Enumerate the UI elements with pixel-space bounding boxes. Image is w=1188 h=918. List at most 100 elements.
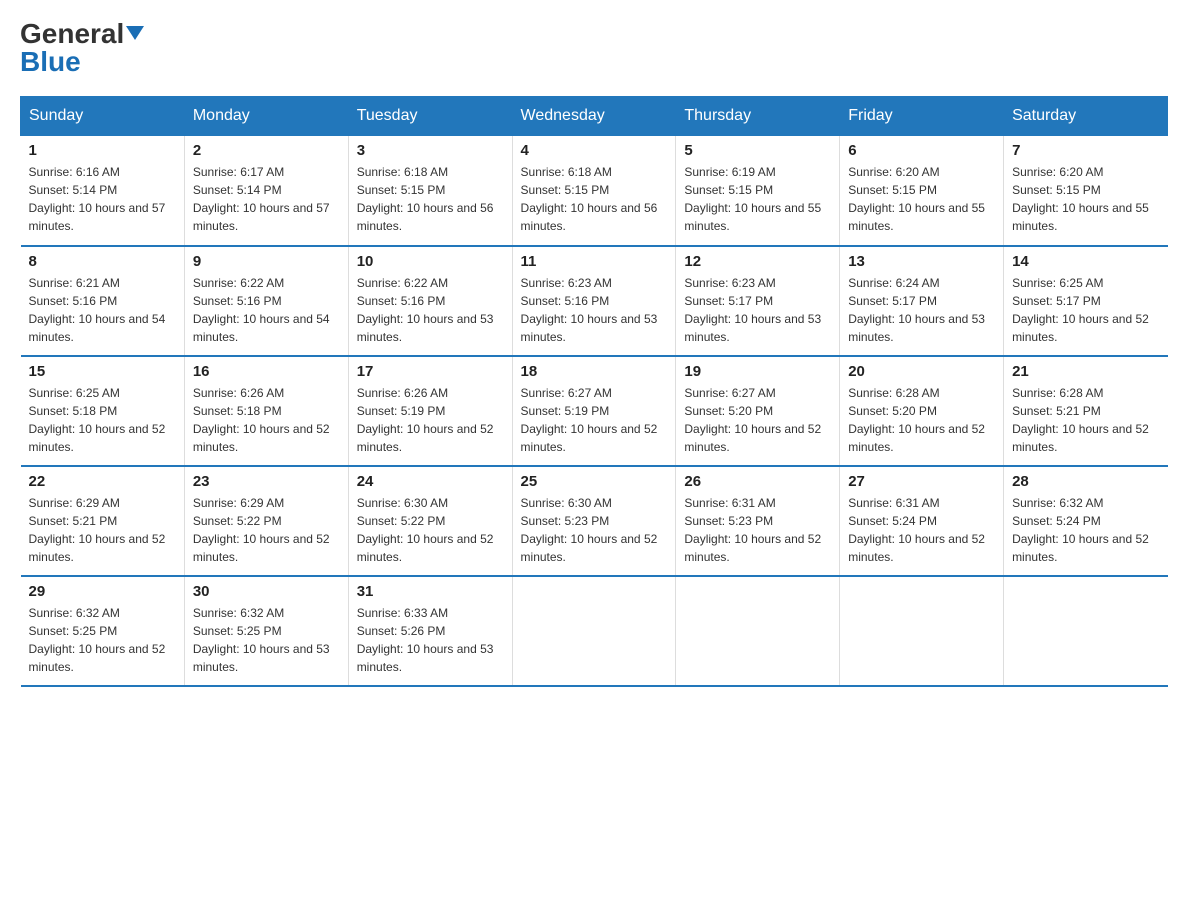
day-number: 28 [1012, 473, 1159, 490]
day-number: 30 [193, 583, 340, 600]
calendar-cell: 11Sunrise: 6:23 AMSunset: 5:16 PMDayligh… [512, 246, 676, 356]
day-number: 13 [848, 253, 995, 270]
calendar-cell: 7 Sunrise: 6:20 AMSunset: 5:15 PMDaylight… [1004, 136, 1168, 246]
day-info: Sunrise: 6:20 AMSunset: 5:15 PMDaylight:… [1012, 163, 1159, 235]
logo-blue-text: Blue [20, 48, 81, 76]
day-number: 9 [193, 253, 340, 270]
calendar-cell: 5 Sunrise: 6:19 AMSunset: 5:15 PMDaylight… [676, 136, 840, 246]
day-number: 8 [29, 253, 176, 270]
week-row-2: 8 Sunrise: 6:21 AMSunset: 5:16 PMDaylight… [21, 246, 1168, 356]
day-info: Sunrise: 6:30 AMSunset: 5:22 PMDaylight:… [357, 494, 504, 566]
calendar-cell: 20 Sunrise: 6:28 AMSunset: 5:20 PMDayligh… [840, 356, 1004, 466]
day-number: 22 [29, 473, 176, 490]
calendar-cell: 22 Sunrise: 6:29 AMSunset: 5:21 PMDayligh… [21, 466, 185, 576]
logo-general-text: General [20, 20, 124, 48]
day-number: 17 [357, 363, 504, 380]
calendar-cell [512, 576, 676, 686]
day-number: 24 [357, 473, 504, 490]
day-number: 16 [193, 363, 340, 380]
calendar-cell: 13 Sunrise: 6:24 AMSunset: 5:17 PMDayligh… [840, 246, 1004, 356]
header-wednesday: Wednesday [512, 97, 676, 136]
header-sunday: Sunday [21, 97, 185, 136]
day-number: 25 [521, 473, 668, 490]
day-number: 14 [1012, 253, 1159, 270]
calendar-cell: 24 Sunrise: 6:30 AMSunset: 5:22 PMDayligh… [348, 466, 512, 576]
day-info: Sunrise: 6:31 AMSunset: 5:24 PMDaylight:… [848, 494, 995, 566]
calendar-cell: 3 Sunrise: 6:18 AMSunset: 5:15 PMDaylight… [348, 136, 512, 246]
day-info: Sunrise: 6:28 AMSunset: 5:21 PMDaylight:… [1012, 384, 1159, 456]
day-info: Sunrise: 6:25 AMSunset: 5:18 PMDaylight:… [29, 384, 176, 456]
day-info: Sunrise: 6:22 AMSunset: 5:16 PMDaylight:… [193, 274, 340, 346]
day-info: Sunrise: 6:19 AMSunset: 5:15 PMDaylight:… [684, 163, 831, 235]
header-friday: Friday [840, 97, 1004, 136]
day-number: 21 [1012, 363, 1159, 380]
day-number: 29 [29, 583, 176, 600]
calendar-cell: 14 Sunrise: 6:25 AMSunset: 5:17 PMDayligh… [1004, 246, 1168, 356]
calendar-cell: 9 Sunrise: 6:22 AMSunset: 5:16 PMDaylight… [184, 246, 348, 356]
calendar-cell: 2 Sunrise: 6:17 AMSunset: 5:14 PMDaylight… [184, 136, 348, 246]
day-info: Sunrise: 6:21 AMSunset: 5:16 PMDaylight:… [29, 274, 176, 346]
day-number: 6 [848, 142, 995, 159]
calendar-cell: 21 Sunrise: 6:28 AMSunset: 5:21 PMDayligh… [1004, 356, 1168, 466]
calendar-cell: 30Sunrise: 6:32 AMSunset: 5:25 PMDayligh… [184, 576, 348, 686]
day-info: Sunrise: 6:18 AMSunset: 5:15 PMDaylight:… [521, 163, 668, 235]
logo: General Blue [20, 20, 144, 76]
day-number: 4 [521, 142, 668, 159]
day-number: 2 [193, 142, 340, 159]
calendar-cell [676, 576, 840, 686]
day-number: 26 [684, 473, 831, 490]
day-info: Sunrise: 6:22 AMSunset: 5:16 PMDaylight:… [357, 274, 504, 346]
day-number: 18 [521, 363, 668, 380]
day-info: Sunrise: 6:24 AMSunset: 5:17 PMDaylight:… [848, 274, 995, 346]
day-number: 7 [1012, 142, 1159, 159]
calendar-cell: 23 Sunrise: 6:29 AMSunset: 5:22 PMDayligh… [184, 466, 348, 576]
day-number: 19 [684, 363, 831, 380]
calendar-cell: 6Sunrise: 6:20 AMSunset: 5:15 PMDaylight… [840, 136, 1004, 246]
calendar-cell: 15 Sunrise: 6:25 AMSunset: 5:18 PMDayligh… [21, 356, 185, 466]
day-info: Sunrise: 6:29 AMSunset: 5:21 PMDaylight:… [29, 494, 176, 566]
day-number: 31 [357, 583, 504, 600]
day-number: 23 [193, 473, 340, 490]
day-info: Sunrise: 6:28 AMSunset: 5:20 PMDaylight:… [848, 384, 995, 456]
calendar-cell: 19 Sunrise: 6:27 AMSunset: 5:20 PMDayligh… [676, 356, 840, 466]
day-info: Sunrise: 6:32 AMSunset: 5:24 PMDaylight:… [1012, 494, 1159, 566]
calendar-cell: 28 Sunrise: 6:32 AMSunset: 5:24 PMDayligh… [1004, 466, 1168, 576]
day-number: 5 [684, 142, 831, 159]
day-info: Sunrise: 6:30 AMSunset: 5:23 PMDaylight:… [521, 494, 668, 566]
calendar-cell: 26 Sunrise: 6:31 AMSunset: 5:23 PMDayligh… [676, 466, 840, 576]
calendar-header-row: SundayMondayTuesdayWednesdayThursdayFrid… [21, 97, 1168, 136]
calendar-cell: 10 Sunrise: 6:22 AMSunset: 5:16 PMDayligh… [348, 246, 512, 356]
day-info: Sunrise: 6:27 AMSunset: 5:19 PMDaylight:… [521, 384, 668, 456]
day-number: 1 [29, 142, 176, 159]
day-number: 27 [848, 473, 995, 490]
calendar-cell: 1 Sunrise: 6:16 AMSunset: 5:14 PMDaylight… [21, 136, 185, 246]
week-row-5: 29 Sunrise: 6:32 AMSunset: 5:25 PMDayligh… [21, 576, 1168, 686]
header-tuesday: Tuesday [348, 97, 512, 136]
day-info: Sunrise: 6:27 AMSunset: 5:20 PMDaylight:… [684, 384, 831, 456]
day-info: Sunrise: 6:16 AMSunset: 5:14 PMDaylight:… [29, 163, 176, 235]
day-number: 10 [357, 253, 504, 270]
day-info: Sunrise: 6:26 AMSunset: 5:19 PMDaylight:… [357, 384, 504, 456]
day-info: Sunrise: 6:32 AMSunset: 5:25 PMDaylight:… [29, 604, 176, 676]
day-info: Sunrise: 6:25 AMSunset: 5:17 PMDaylight:… [1012, 274, 1159, 346]
calendar-cell [840, 576, 1004, 686]
day-number: 12 [684, 253, 831, 270]
day-info: Sunrise: 6:18 AMSunset: 5:15 PMDaylight:… [357, 163, 504, 235]
calendar-cell: 8 Sunrise: 6:21 AMSunset: 5:16 PMDaylight… [21, 246, 185, 356]
calendar-cell: 25 Sunrise: 6:30 AMSunset: 5:23 PMDayligh… [512, 466, 676, 576]
calendar-cell: 18 Sunrise: 6:27 AMSunset: 5:19 PMDayligh… [512, 356, 676, 466]
week-row-1: 1 Sunrise: 6:16 AMSunset: 5:14 PMDaylight… [21, 136, 1168, 246]
calendar-table: SundayMondayTuesdayWednesdayThursdayFrid… [20, 96, 1168, 687]
header-saturday: Saturday [1004, 97, 1168, 136]
day-number: 20 [848, 363, 995, 380]
day-info: Sunrise: 6:29 AMSunset: 5:22 PMDaylight:… [193, 494, 340, 566]
day-number: 15 [29, 363, 176, 380]
calendar-cell: 17 Sunrise: 6:26 AMSunset: 5:19 PMDayligh… [348, 356, 512, 466]
day-info: Sunrise: 6:17 AMSunset: 5:14 PMDaylight:… [193, 163, 340, 235]
header-thursday: Thursday [676, 97, 840, 136]
day-info: Sunrise: 6:31 AMSunset: 5:23 PMDaylight:… [684, 494, 831, 566]
week-row-4: 22 Sunrise: 6:29 AMSunset: 5:21 PMDayligh… [21, 466, 1168, 576]
calendar-cell: 29 Sunrise: 6:32 AMSunset: 5:25 PMDayligh… [21, 576, 185, 686]
header-monday: Monday [184, 97, 348, 136]
day-number: 3 [357, 142, 504, 159]
